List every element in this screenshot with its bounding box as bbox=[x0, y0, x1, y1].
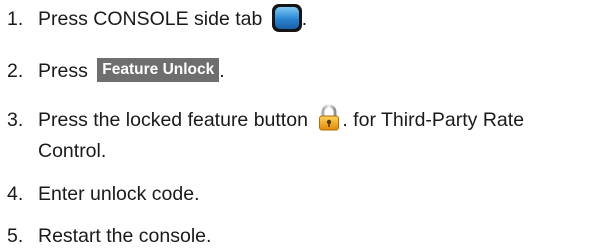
step-number: 5. bbox=[7, 225, 24, 247]
padlock-icon bbox=[319, 104, 340, 131]
step-text: Press CONSOLE side tab bbox=[38, 8, 263, 30]
feature-unlock-button: Feature Unlock bbox=[97, 57, 220, 82]
step-text: Press the locked feature button bbox=[38, 109, 308, 131]
step-number: 3. bbox=[7, 109, 24, 131]
step-number: 4. bbox=[7, 183, 24, 205]
console-side-tab-icon bbox=[271, 3, 302, 32]
step-number: 2. bbox=[7, 60, 24, 82]
step-text: Restart the console. bbox=[38, 225, 212, 247]
step-text: Enter unlock code. bbox=[38, 183, 200, 205]
step-text: Press bbox=[38, 60, 88, 82]
step-text-end: . bbox=[219, 60, 225, 82]
step-text-end: . for Third-Party Rate bbox=[342, 109, 525, 131]
step-text-line2: Control. bbox=[38, 140, 107, 162]
step-number: 1. bbox=[7, 8, 24, 30]
step-text-end: . bbox=[301, 8, 308, 30]
